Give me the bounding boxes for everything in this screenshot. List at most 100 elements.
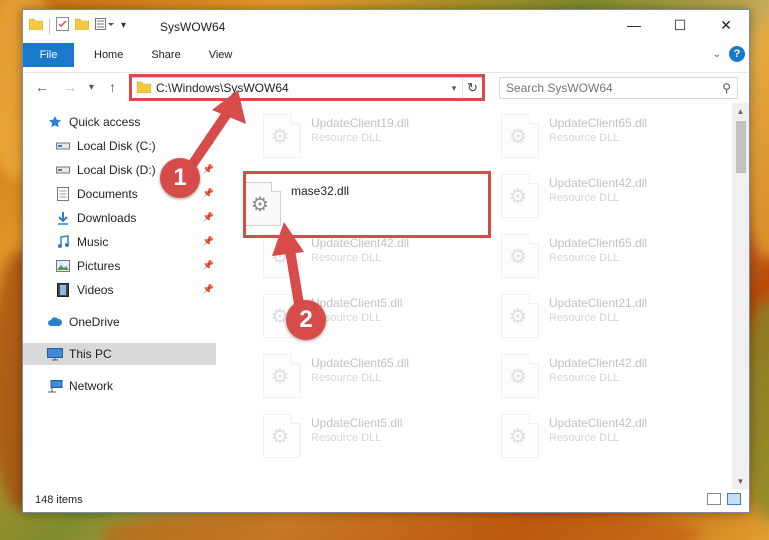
chevron-down-icon[interactable]: ▾: [121, 20, 126, 31]
expand-ribbon-icon[interactable]: ⌄: [713, 49, 721, 60]
file-highlight-box: [243, 171, 491, 238]
network-icon: [47, 378, 63, 394]
tab-home[interactable]: Home: [74, 43, 137, 67]
file-name: UpdateClient19.dll: [311, 116, 410, 130]
file-item[interactable]: ⚙ UpdateClient42.dll Resource DLL: [479, 406, 709, 462]
scroll-up-icon[interactable]: ▲: [732, 103, 749, 119]
search-input[interactable]: [506, 81, 723, 95]
file-item[interactable]: ⚙ UpdateClient65.dll Resource DLL: [241, 346, 471, 402]
search-box[interactable]: ⚲: [499, 77, 738, 99]
pin-icon[interactable]: 📌: [203, 164, 214, 175]
status-bar: 148 items: [23, 488, 749, 512]
file-item[interactable]: ⚙ UpdateClient21.dll Resource DLL: [479, 286, 709, 342]
dll-file-icon: ⚙: [501, 234, 539, 278]
dll-file-icon: ⚙: [501, 294, 539, 338]
file-name: UpdateClient65.dll: [549, 116, 648, 130]
pin-icon[interactable]: 📌: [203, 236, 214, 247]
customize-toolbar-icon[interactable]: [95, 18, 115, 33]
scrollbar-thumb[interactable]: [736, 121, 746, 173]
large-icons-view-icon[interactable]: [727, 493, 741, 505]
title-bar: ▾ SysWOW64 — ☐ ✕: [23, 10, 749, 42]
sidebar-item-videos[interactable]: Videos 📌: [23, 279, 216, 301]
window-title: SysWOW64: [160, 20, 226, 34]
sidebar-item-local-disk-c[interactable]: Local Disk (C:) 📌: [23, 135, 216, 157]
folder-icon[interactable]: [28, 18, 44, 33]
dll-file-icon: ⚙: [263, 114, 301, 158]
tab-view[interactable]: View: [195, 43, 247, 67]
file-name: UpdateClient5.dll: [311, 416, 403, 430]
file-type: Resource DLL: [549, 372, 620, 384]
sidebar-item-this-pc[interactable]: This PC: [23, 343, 216, 365]
toolbar-divider: [49, 17, 50, 34]
pin-icon[interactable]: 📌: [203, 284, 214, 295]
maximize-button[interactable]: ☐: [657, 10, 703, 40]
properties-icon[interactable]: [56, 17, 69, 34]
recent-locations-icon[interactable]: ▾: [89, 82, 94, 93]
dll-file-icon: ⚙: [263, 414, 301, 458]
ribbon-tabs: File Home Share View ⌄ ?: [23, 43, 749, 67]
file-type: Resource DLL: [549, 432, 620, 444]
file-item[interactable]: ⚙ UpdateClient5.dll Resource DLL: [241, 406, 471, 462]
step-2-badge: 2: [286, 300, 326, 340]
close-button[interactable]: ✕: [703, 10, 749, 40]
pin-icon[interactable]: 📌: [203, 188, 214, 199]
back-arrow-icon[interactable]: ←: [35, 79, 49, 95]
navigation-bar: ← → ▾ ↑ C:\Windows\SysWOW64 ▾ ↻ ⚲: [23, 72, 749, 102]
help-icon[interactable]: ?: [729, 46, 745, 62]
file-type: Resource DLL: [549, 192, 620, 204]
file-name: UpdateClient21.dll: [549, 296, 648, 310]
sidebar-item-network[interactable]: Network: [23, 375, 216, 397]
details-view-icon[interactable]: [707, 493, 721, 505]
up-arrow-icon[interactable]: ↑: [109, 79, 116, 95]
file-item[interactable]: ⚙ UpdateClient42.dll Resource DLL: [479, 346, 709, 402]
tab-file[interactable]: File: [23, 43, 74, 67]
file-name: UpdateClient5.dll: [311, 296, 403, 310]
vertical-scrollbar[interactable]: ▲ ▼: [732, 103, 749, 489]
sidebar-item-label: Pictures: [77, 259, 121, 273]
view-switcher: [707, 493, 741, 505]
dll-file-icon: ⚙: [501, 114, 539, 158]
step-1-badge: 1: [160, 158, 200, 198]
sidebar-item-quick-access[interactable]: Quick access: [23, 111, 216, 133]
sidebar-item-pictures[interactable]: Pictures 📌: [23, 255, 216, 277]
pin-icon[interactable]: 📌: [203, 140, 214, 151]
minimize-button[interactable]: —: [611, 10, 657, 40]
download-icon: [55, 210, 71, 226]
sidebar-item-music[interactable]: Music 📌: [23, 231, 216, 253]
item-count: 148 items: [35, 494, 83, 506]
pictures-icon: [55, 258, 71, 274]
search-icon[interactable]: ⚲: [722, 81, 731, 95]
scroll-down-icon[interactable]: ▼: [732, 473, 749, 489]
dll-file-icon: ⚙: [501, 354, 539, 398]
sidebar-item-onedrive[interactable]: OneDrive: [23, 311, 216, 333]
drive-icon: [55, 162, 71, 178]
sidebar-item-label: Local Disk (D:): [77, 163, 156, 177]
file-item[interactable]: ⚙ UpdateClient65.dll Resource DLL: [479, 106, 709, 162]
forward-arrow-icon[interactable]: →: [63, 79, 77, 95]
tab-share[interactable]: Share: [137, 43, 194, 67]
file-item[interactable]: ⚙ UpdateClient65.dll Resource DLL: [479, 226, 709, 282]
file-type: Resource DLL: [311, 252, 382, 264]
drive-icon: [55, 138, 71, 154]
videos-icon: [55, 282, 71, 298]
music-icon: [55, 234, 71, 250]
file-item[interactable]: ⚙ UpdateClient19.dll Resource DLL: [241, 106, 471, 162]
file-type: Resource DLL: [311, 432, 382, 444]
sidebar-item-label: Music: [77, 235, 109, 249]
sidebar-item-downloads[interactable]: Downloads 📌: [23, 207, 216, 229]
new-folder-icon[interactable]: [74, 18, 90, 33]
file-type: Resource DLL: [549, 132, 620, 144]
quick-access-toolbar: ▾: [28, 17, 126, 34]
explorer-window: ▾ SysWOW64 — ☐ ✕ File Home Share View ⌄ …: [22, 9, 750, 513]
address-highlight-box: [129, 74, 485, 101]
pin-icon[interactable]: 📌: [203, 212, 214, 223]
dll-file-icon: ⚙: [501, 414, 539, 458]
ribbon-right-controls: ⌄ ?: [713, 46, 745, 62]
file-name: UpdateClient65.dll: [549, 236, 648, 250]
sidebar-item-label: Downloads: [77, 211, 137, 225]
file-item[interactable]: ⚙ UpdateClient5.dll Resource DLL: [241, 286, 471, 342]
pin-icon[interactable]: 📌: [203, 260, 214, 271]
sidebar-item-label: Local Disk (C:): [77, 139, 156, 153]
file-type: Resource DLL: [311, 372, 382, 384]
file-item[interactable]: ⚙ UpdateClient42.dll Resource DLL: [479, 166, 709, 222]
